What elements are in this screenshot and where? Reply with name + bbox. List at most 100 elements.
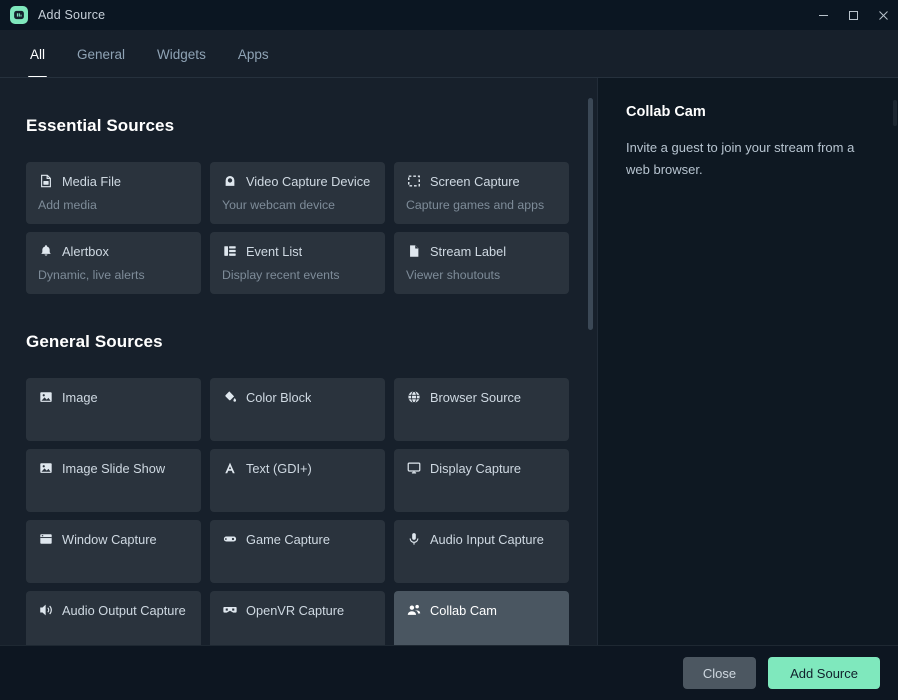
text-a-icon — [222, 460, 238, 476]
source-card-openvr-capture[interactable]: OpenVR Capture — [210, 591, 385, 645]
tab-general[interactable]: General — [61, 30, 141, 78]
maximize-icon[interactable] — [838, 0, 868, 30]
card-header: Audio Input Capture — [406, 531, 557, 547]
card-header: Audio Output Capture — [38, 602, 189, 618]
card-header: Game Capture — [222, 531, 373, 547]
card-header: Text (GDI+) — [222, 460, 373, 476]
people-icon — [406, 602, 422, 618]
card-title: Media File — [62, 173, 122, 189]
source-card-display-capture[interactable]: Display Capture — [394, 449, 569, 512]
source-card-audio-input-capture[interactable]: Audio Input Capture — [394, 520, 569, 583]
card-header: Display Capture — [406, 460, 557, 476]
detail-title: Collab Cam — [626, 104, 706, 120]
card-title: OpenVR Capture — [246, 602, 345, 618]
card-header: Screen Capture — [406, 173, 557, 189]
document-icon — [406, 243, 422, 259]
source-card-audio-output-capture[interactable]: Audio Output Capture — [26, 591, 201, 645]
streamlabs-logo-icon — [10, 6, 28, 24]
card-header: Image — [38, 389, 189, 405]
window-icon — [38, 531, 54, 547]
window-title: Add Source — [38, 8, 106, 22]
card-title: Window Capture — [62, 531, 157, 547]
monitor-icon — [406, 460, 422, 476]
card-header: Browser Source — [406, 389, 557, 405]
source-card-color-block[interactable]: Color Block — [210, 378, 385, 441]
card-header: Media File — [38, 173, 189, 189]
card-subtitle: Viewer shoutouts — [406, 268, 501, 282]
detail-description: Invite a guest to join your stream from … — [626, 140, 855, 177]
dialog-body: Essential Sources Media File Add media V… — [0, 78, 898, 645]
card-title: Image Slide Show — [62, 460, 166, 476]
close-button[interactable]: Close — [682, 657, 757, 689]
list-icon — [222, 243, 238, 259]
card-header: Alertbox — [38, 243, 189, 259]
add-source-button[interactable]: Add Source — [768, 657, 880, 689]
card-title: Alertbox — [62, 243, 109, 259]
card-header: Stream Label — [406, 243, 557, 259]
tab-widgets[interactable]: Widgets — [141, 30, 222, 78]
source-card-window-capture[interactable]: Window Capture — [26, 520, 201, 583]
source-card-event-list[interactable]: Event List Display recent events — [210, 232, 385, 294]
image-icon — [38, 389, 54, 405]
card-title: Display Capture — [430, 460, 522, 476]
card-title: Collab Cam — [430, 602, 497, 618]
card-title: Game Capture — [246, 531, 330, 547]
source-scroll-area[interactable]: Essential Sources Media File Add media V… — [0, 78, 597, 645]
source-card-collab-cam[interactable]: Collab Cam — [394, 591, 569, 645]
title-bar: Add Source — [0, 0, 898, 30]
tab-all[interactable]: All — [14, 30, 61, 78]
bell-icon — [38, 243, 54, 259]
card-title: Audio Input Capture — [430, 531, 544, 547]
tab-label: All — [30, 46, 46, 62]
source-card-alertbox[interactable]: Alertbox Dynamic, live alerts — [26, 232, 201, 294]
source-card-image[interactable]: Image — [26, 378, 201, 441]
panel-scrollbar-thumb[interactable] — [893, 100, 897, 126]
tab-bar: All General Widgets Apps — [0, 30, 898, 78]
card-title: Text (GDI+) — [246, 460, 312, 476]
source-card-screen-capture[interactable]: Screen Capture Capture games and apps — [394, 162, 569, 224]
card-subtitle: Capture games and apps — [406, 198, 545, 212]
webcam-icon — [222, 173, 238, 189]
vertical-scrollbar-track[interactable] — [588, 96, 593, 637]
card-title: Audio Output Capture — [62, 602, 186, 618]
card-title: Image — [62, 389, 98, 405]
essential-sources-grid: Media File Add media Video Capture Devic… — [26, 162, 571, 294]
card-title: Browser Source — [430, 389, 522, 405]
globe-icon — [406, 389, 422, 405]
window-controls — [808, 0, 898, 30]
add-source-dialog: Add Source All General Widgets Apps Esse… — [0, 0, 898, 700]
close-icon[interactable] — [868, 0, 898, 30]
source-card-stream-label[interactable]: Stream Label Viewer shoutouts — [394, 232, 569, 294]
card-header: Color Block — [222, 389, 373, 405]
tab-apps[interactable]: Apps — [222, 30, 285, 78]
source-detail-panel: Collab Cam Invite a guest to join your s… — [597, 78, 898, 645]
vr-headset-icon — [222, 602, 238, 618]
card-title: Screen Capture — [430, 173, 520, 189]
minimize-icon[interactable] — [808, 0, 838, 30]
card-header: Event List — [222, 243, 373, 259]
tab-label: Apps — [237, 46, 269, 62]
speaker-icon — [38, 602, 54, 618]
section-title-essential: Essential Sources — [26, 116, 175, 135]
card-subtitle: Add media — [38, 198, 97, 212]
card-subtitle: Display recent events — [222, 268, 340, 282]
gamepad-icon — [222, 531, 238, 547]
source-card-text-gdi[interactable]: Text (GDI+) — [210, 449, 385, 512]
card-header: Video Capture Device — [222, 173, 373, 189]
section-title-general: General Sources — [26, 332, 163, 351]
card-title: Event List — [246, 243, 303, 259]
media-file-icon — [38, 173, 54, 189]
card-header: Window Capture — [38, 531, 189, 547]
card-title: Stream Label — [430, 243, 507, 259]
screen-capture-icon — [406, 173, 422, 189]
source-card-browser-source[interactable]: Browser Source — [394, 378, 569, 441]
source-card-video-capture-device[interactable]: Video Capture Device Your webcam device — [210, 162, 385, 224]
paint-bucket-icon — [222, 389, 238, 405]
microphone-icon — [406, 531, 422, 547]
vertical-scrollbar-thumb[interactable] — [588, 98, 593, 330]
source-card-media-file[interactable]: Media File Add media — [26, 162, 201, 224]
general-sources-grid: Image Color Block Browser Source Image S… — [26, 378, 571, 645]
source-card-image-slide-show[interactable]: Image Slide Show — [26, 449, 201, 512]
source-card-game-capture[interactable]: Game Capture — [210, 520, 385, 583]
card-subtitle: Your webcam device — [222, 198, 336, 212]
